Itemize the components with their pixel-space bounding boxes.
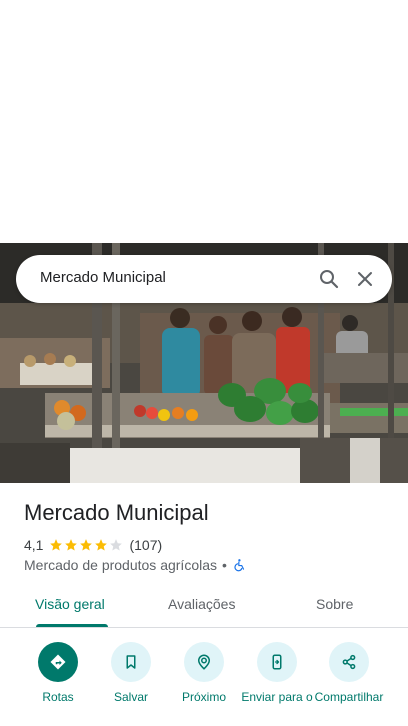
tab-overview[interactable]: Visão geral [35,596,105,612]
directions-button-circle[interactable] [38,642,78,682]
send-to-phone-label: Enviar para o [241,690,313,704]
nearby-button[interactable]: Próximo [164,642,244,704]
send-to-phone-button-circle[interactable] [257,642,297,682]
save-label: Salvar [113,690,148,704]
blank-top-area [0,0,408,243]
nearby-label: Próximo [181,690,226,704]
send-to-phone-button[interactable]: Enviar para o [237,642,317,704]
active-tab-indicator [36,624,108,627]
share-icon [342,654,356,670]
rating-stars [49,538,124,552]
nearby-icon [197,654,211,670]
tab-about[interactable]: Sobre [316,596,353,612]
review-count[interactable]: (107) [129,537,162,553]
send-to-phone-icon [272,654,282,670]
place-category: Mercado de produtos agrícolas [24,557,217,573]
share-label: Compartilhar [314,690,384,704]
save-button[interactable]: Salvar [91,642,171,704]
search-bar[interactable]: Mercado Municipal [16,255,392,303]
close-icon[interactable] [353,267,377,291]
star-icon [65,539,78,551]
bookmark-icon [126,655,136,669]
share-button[interactable]: Compartilhar [309,642,389,704]
save-button-circle[interactable] [111,642,151,682]
star-icon [50,539,63,551]
rating-value: 4,1 [24,537,44,553]
directions-button[interactable]: Rotas [18,642,98,704]
category-separator: • [222,557,227,573]
directions-label: Rotas [42,690,74,704]
category-row: Mercado de produtos agrícolas • [24,556,247,574]
share-button-circle[interactable] [329,642,369,682]
search-icon[interactable] [317,267,341,291]
star-empty-icon [110,539,123,551]
rating-row[interactable]: 4,1 (107) [24,536,162,554]
directions-icon [50,654,66,670]
place-title: Mercado Municipal [24,500,209,525]
nearby-button-circle[interactable] [184,642,224,682]
star-icon [80,539,93,551]
tab-reviews[interactable]: Avaliações [168,596,235,612]
place-tabs: Visão geral Avaliações Sobre [0,584,408,628]
search-input[interactable]: Mercado Municipal [40,269,166,286]
star-icon [95,539,108,551]
wheelchair-accessible-icon [234,559,244,572]
